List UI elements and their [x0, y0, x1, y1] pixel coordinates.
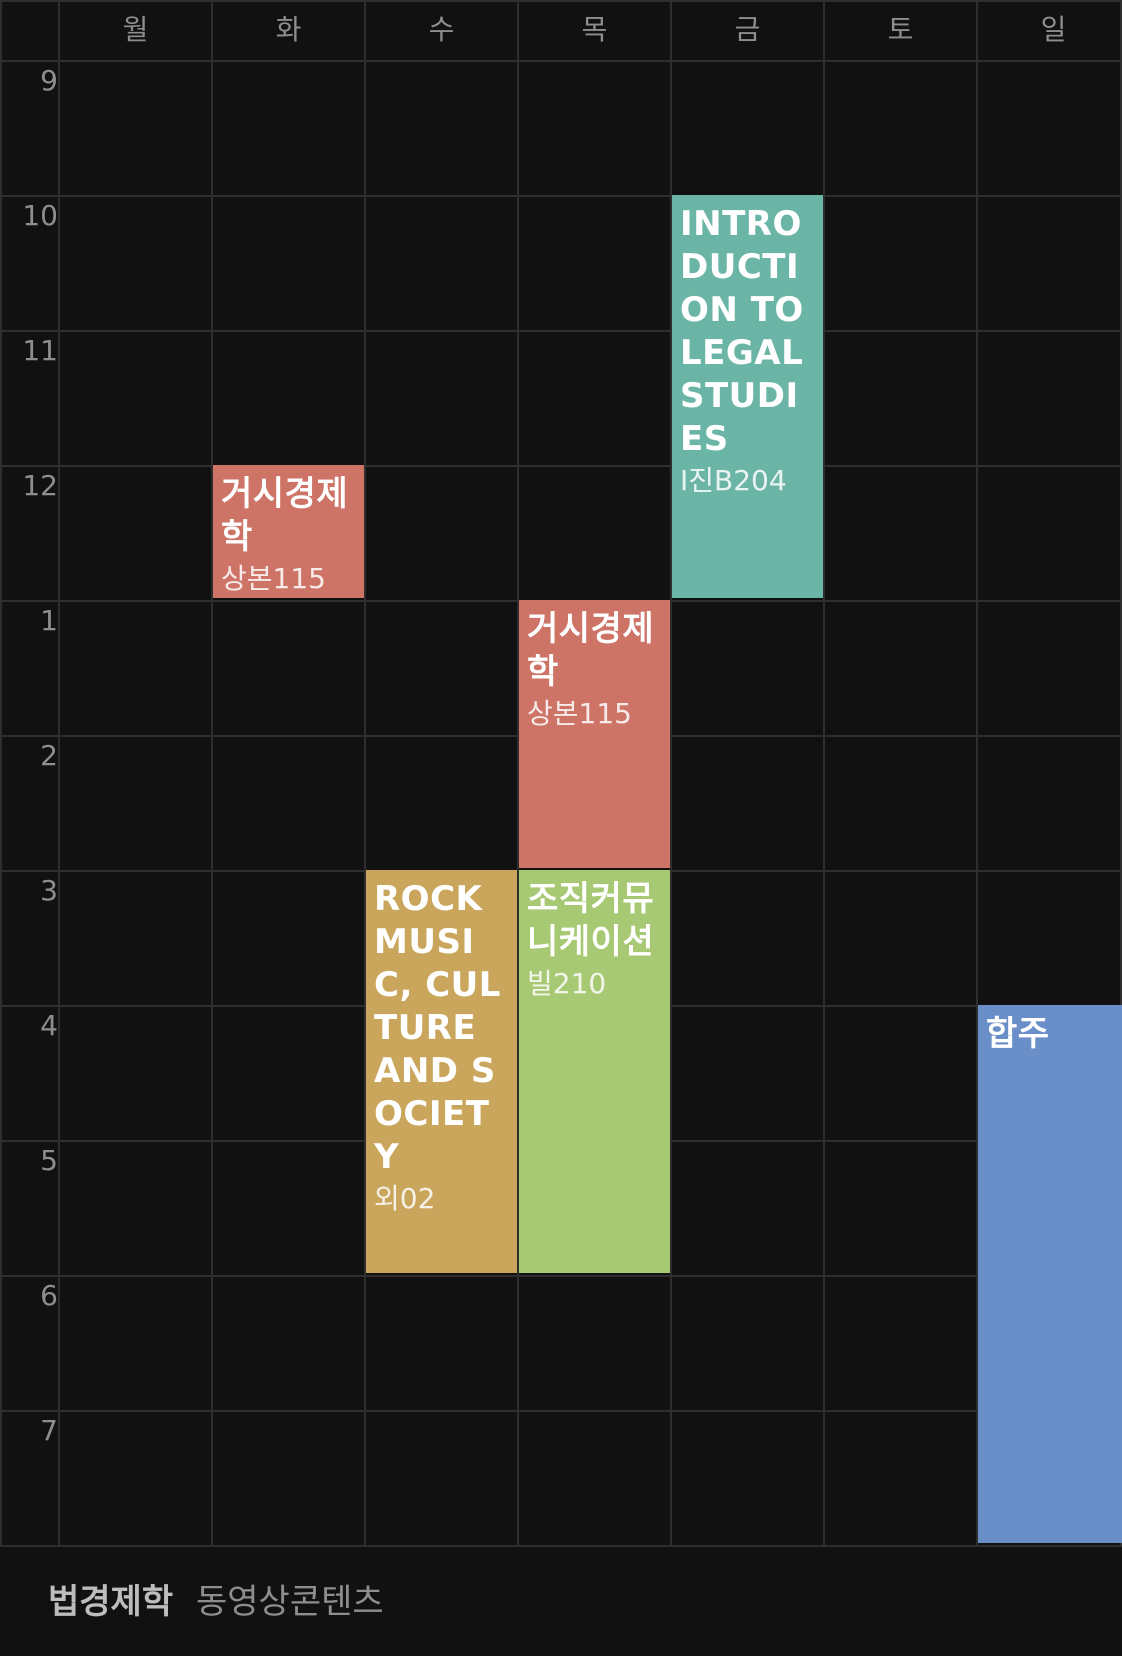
hour-label: 1 [40, 604, 58, 637]
day-header: 금 [734, 13, 761, 46]
event-room: 외02 [374, 1182, 436, 1215]
event-title: ROCK MUSIC, CULTURE AND SOCIETY [374, 879, 501, 1177]
hour-label: 11 [22, 334, 58, 367]
footer-course-law-economics[interactable]: 법경제학 [48, 1582, 173, 1622]
grid-hline [0, 330, 1122, 332]
ev-macro-thu-block[interactable]: 거시경제학상본115 [519, 600, 670, 868]
day-header: 화 [275, 13, 302, 46]
hour-label: 12 [22, 469, 58, 502]
event-title: 거시경제학 [221, 474, 349, 557]
hour-label: 5 [40, 1144, 58, 1177]
grid-vline [58, 0, 60, 1546]
day-header: 목 [581, 13, 608, 46]
hour-label: 4 [40, 1009, 58, 1042]
event-room: I진B204 [680, 464, 787, 497]
grid-hline [0, 1410, 1122, 1412]
grid-hline [0, 60, 1122, 62]
grid-vline [211, 0, 213, 1546]
day-header: 수 [428, 13, 455, 46]
hour-label: 2 [40, 739, 58, 772]
event-room: 상본115 [221, 562, 326, 595]
day-header: 일 [1040, 13, 1067, 46]
ev-legal-fri-block[interactable]: INTRODUCTION TO LEGAL STUDIES I진B204 [672, 195, 823, 598]
footer-course-video-content[interactable]: 동영상콘텐츠 [196, 1582, 384, 1622]
grid-hline [0, 465, 1122, 467]
ev-macro-tue-block[interactable]: 거시경제학상본115 [213, 465, 364, 598]
grid-vline [0, 0, 2, 1546]
event-title: 거시경제학 [527, 609, 655, 692]
hour-label: 6 [40, 1279, 58, 1312]
timetable-grid: 월 화 수 목 금 토 일 9 10 11 12 1 2 3 4 5 6 7 거시경제학 상본115 INTRODUCT… [0, 0, 1122, 1656]
day-header: 토 [887, 13, 914, 46]
event-title: 합주 [986, 1014, 1050, 1054]
hour-label: 3 [40, 874, 58, 907]
ev-ensemble-sun-block[interactable]: 합주 [978, 1005, 1122, 1543]
grid-vline [364, 0, 366, 1546]
footer-untimed-courses: 법경제학 동영상콘텐츠 [0, 1548, 1122, 1656]
ev-rock-wed-block[interactable]: ROCK MUSIC, CULTURE AND SOCIETY 외02 [366, 870, 517, 1273]
event-title: INTRODUCTION TO LEGAL STUDIES [680, 204, 804, 459]
ev-orgcomm-thu-block[interactable]: 조직커뮤니케이션빌210 [519, 870, 670, 1273]
event-title: 조직커뮤니케이션 [527, 879, 655, 962]
event-room: 상본115 [527, 697, 632, 730]
day-header: 월 [122, 13, 149, 46]
grid-hline [0, 1275, 1122, 1277]
hour-label: 9 [40, 64, 58, 97]
grid-hline [0, 195, 1122, 197]
event-room: 빌210 [527, 967, 607, 1000]
hour-label: 10 [22, 199, 58, 232]
grid-vline [823, 0, 825, 1546]
hour-label: 7 [40, 1414, 58, 1447]
grid-hline [0, 1545, 1122, 1547]
